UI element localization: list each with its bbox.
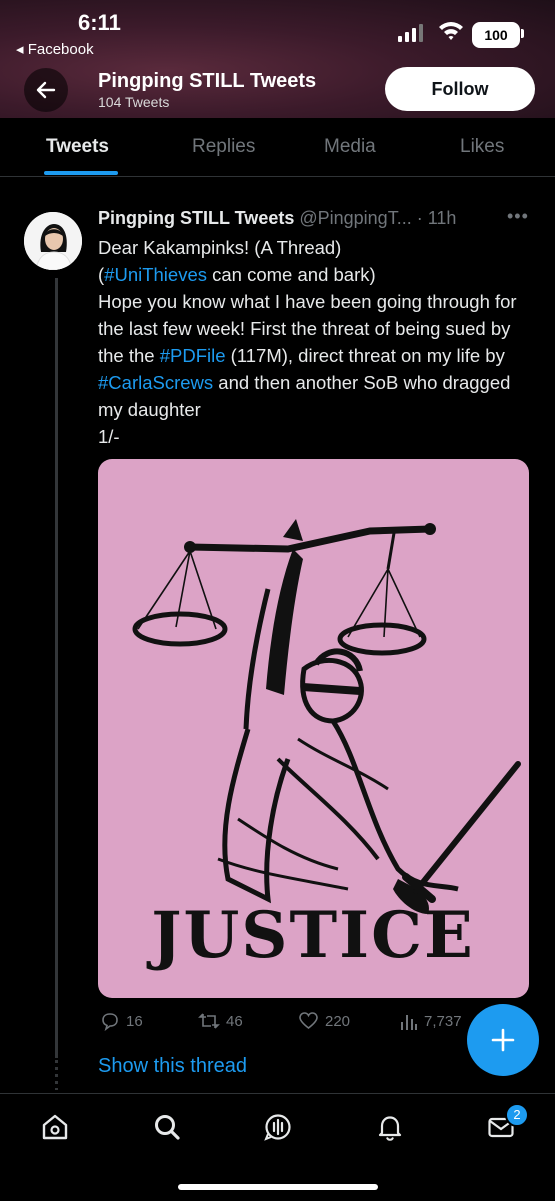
tweet-text-segment: 1/- (98, 426, 120, 447)
hashtag-link[interactable]: #PDFile (160, 345, 226, 366)
back-button[interactable] (24, 68, 68, 112)
tab-tweets[interactable]: Tweets (46, 136, 109, 158)
profile-tabs: Tweets Replies Media Likes (0, 118, 555, 177)
like-count: 220 (325, 1012, 351, 1030)
tab-likes[interactable]: Likes (460, 136, 504, 158)
back-to-facebook-link[interactable]: ◂ Facebook (16, 40, 94, 58)
bell-icon[interactable] (375, 1112, 405, 1142)
battery-tip (521, 29, 524, 38)
more-options-icon[interactable]: ••• (507, 206, 529, 227)
messages-badge: 2 (505, 1103, 529, 1127)
retweet-icon (198, 1013, 220, 1029)
hashtag-link[interactable]: #UniThieves (104, 264, 207, 285)
cellular-signal-icon (398, 24, 423, 42)
spaces-icon[interactable] (263, 1112, 293, 1142)
arrow-left-icon (36, 81, 56, 99)
view-count: 7,737 (424, 1012, 462, 1030)
home-indicator[interactable] (178, 1184, 378, 1190)
active-tab-indicator (44, 171, 118, 175)
views-chart-icon (401, 1015, 417, 1030)
hashtag-link[interactable]: #CarlaScrews (98, 372, 213, 393)
tweet-image[interactable]: JUSTICE (98, 459, 529, 998)
like-action[interactable]: 220 (298, 1010, 350, 1032)
tab-media[interactable]: Media (324, 136, 376, 158)
show-thread-link[interactable]: Show this thread (98, 1055, 247, 1078)
avatar-photo (24, 212, 82, 270)
tweet-text-segment: can come and bark) (207, 264, 376, 285)
justice-illustration: JUSTICE (132, 519, 521, 973)
follow-button[interactable]: Follow (385, 67, 535, 111)
tweet-count: 104 Tweets (98, 94, 170, 110)
image-justice-text: JUSTICE (146, 898, 475, 973)
plus-icon (491, 1028, 515, 1052)
profile-name: Pingping STILL Tweets (98, 70, 317, 92)
tab-replies[interactable]: Replies (192, 136, 255, 158)
heart-icon (299, 1012, 318, 1030)
thread-line (55, 278, 58, 1058)
tweet-text-segment: (117M), direct threat on my life by (225, 345, 505, 366)
compose-tweet-button[interactable] (467, 1004, 539, 1076)
thread-continuation-dots (55, 1060, 58, 1090)
retweet-action[interactable]: 46 (198, 1010, 243, 1032)
status-bar: 6:11 ◂ Facebook 100 (0, 0, 555, 60)
tweet-header: Pingping STILL Tweets @PingpingT... · 11… (98, 208, 456, 229)
tweet-author-handle[interactable]: @PingpingT... (299, 208, 411, 228)
wifi-icon (439, 22, 463, 40)
tweet-timestamp[interactable]: · 11h (417, 208, 457, 228)
tweet-author-name[interactable]: Pingping STILL Tweets (98, 208, 294, 228)
views-action[interactable]: 7,737 (400, 1010, 462, 1032)
avatar[interactable] (24, 212, 82, 270)
status-time: 6:11 (78, 10, 121, 35)
home-icon[interactable] (40, 1112, 70, 1142)
reply-count: 16 (126, 1012, 143, 1030)
tweet-text: Dear Kakampinks! (A Thread) (#UniThieves… (98, 234, 538, 450)
reply-icon (102, 1013, 118, 1031)
retweet-count: 46 (226, 1012, 243, 1030)
tweet-line: Dear Kakampinks! (A Thread) (98, 237, 342, 258)
search-icon[interactable] (152, 1112, 182, 1142)
battery-icon: 100 (472, 22, 520, 48)
reply-action[interactable]: 16 (100, 1010, 143, 1032)
